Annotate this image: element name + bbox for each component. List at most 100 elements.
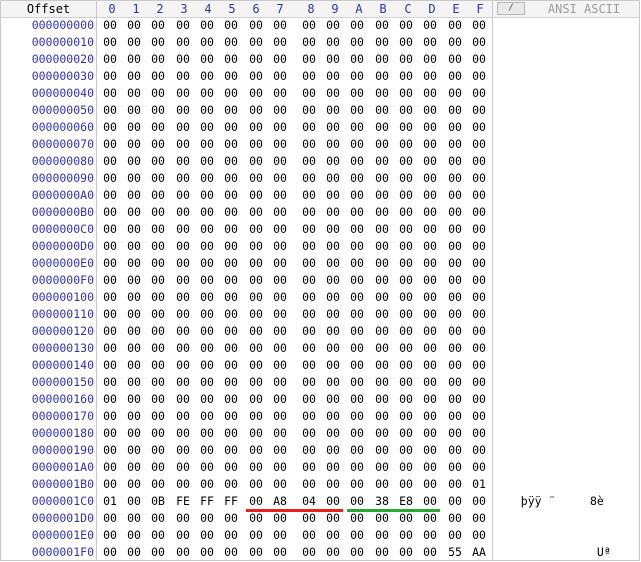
hex-byte-cell[interactable]: 00 (348, 289, 366, 306)
hex-byte-cell[interactable]: 00 (446, 221, 464, 238)
hex-byte-cell[interactable]: 00 (373, 102, 391, 119)
hex-byte-cell[interactable]: 00 (300, 510, 318, 527)
hex-byte-cell[interactable]: 00 (470, 17, 488, 34)
hex-byte-cell[interactable]: 00 (348, 34, 366, 51)
hex-byte-cell[interactable]: 00 (174, 544, 192, 561)
hex-byte-cell[interactable]: 00 (397, 391, 415, 408)
hex-byte-cell[interactable]: 00 (397, 289, 415, 306)
hex-byte-cell[interactable]: 00 (247, 187, 265, 204)
hex-byte-cell[interactable]: 00 (149, 187, 167, 204)
hex-byte-cell[interactable]: 01 (470, 476, 488, 493)
hex-byte-cell[interactable]: 00 (101, 136, 119, 153)
hex-byte-cell[interactable]: 00 (174, 425, 192, 442)
hex-byte-cell[interactable]: 00 (324, 374, 342, 391)
hex-byte-cell[interactable]: 00 (125, 221, 143, 238)
hex-byte-cell[interactable]: 00 (470, 119, 488, 136)
hex-byte-cell[interactable]: 00 (271, 306, 289, 323)
hex-byte-cell[interactable]: 00 (446, 85, 464, 102)
hex-byte-cell[interactable]: 00 (174, 51, 192, 68)
hex-byte-cell[interactable]: 00 (198, 255, 216, 272)
hex-byte-cell[interactable]: 00 (446, 391, 464, 408)
hex-byte-cell[interactable]: 00 (300, 544, 318, 561)
hex-byte-cell[interactable]: 00 (125, 374, 143, 391)
hex-byte-cell[interactable]: 00 (470, 323, 488, 340)
hex-byte-cell[interactable]: 00 (373, 289, 391, 306)
hex-byte-cell[interactable]: 00 (149, 221, 167, 238)
hex-byte-cell[interactable]: 00 (324, 204, 342, 221)
hex-byte-cell[interactable]: 00 (222, 357, 240, 374)
hex-byte-cell[interactable]: 00 (324, 34, 342, 51)
hex-byte-cell[interactable]: 00 (324, 68, 342, 85)
hex-byte-cell[interactable]: 00 (247, 306, 265, 323)
hex-byte-cell[interactable]: 00 (421, 510, 439, 527)
hex-byte-cell[interactable]: 00 (397, 153, 415, 170)
ascii-cell[interactable] (500, 408, 635, 425)
hex-byte-cell[interactable]: 00 (101, 289, 119, 306)
hex-byte-cell[interactable]: 00 (470, 272, 488, 289)
hex-byte-cell[interactable]: 00 (271, 272, 289, 289)
hex-byte-cell[interactable]: 00 (470, 68, 488, 85)
hex-byte-cell[interactable]: 00 (421, 493, 439, 510)
hex-byte-cell[interactable]: 00 (149, 153, 167, 170)
hex-byte-cell[interactable]: 00 (222, 323, 240, 340)
hex-byte-cell[interactable]: 00 (198, 442, 216, 459)
hex-byte-cell[interactable]: 00 (373, 323, 391, 340)
hex-byte-cell[interactable]: 00 (397, 170, 415, 187)
hex-byte-cell[interactable]: 00 (421, 34, 439, 51)
hex-byte-cell[interactable]: 00 (324, 391, 342, 408)
hex-byte-cell[interactable]: 00 (324, 153, 342, 170)
hex-byte-cell[interactable]: 00 (421, 425, 439, 442)
hex-byte-cell[interactable]: 00 (300, 374, 318, 391)
hex-byte-cell[interactable]: 00 (198, 119, 216, 136)
hex-byte-cell[interactable]: 00 (271, 34, 289, 51)
hex-byte-cell[interactable]: 00 (222, 153, 240, 170)
hex-byte-cell[interactable]: 00 (348, 187, 366, 204)
hex-byte-cell[interactable]: 00 (300, 255, 318, 272)
hex-byte-cell[interactable]: 00 (324, 102, 342, 119)
hex-byte-cell[interactable]: 00 (348, 17, 366, 34)
hex-byte-cell[interactable]: 00 (149, 68, 167, 85)
hex-byte-cell[interactable]: 00 (397, 17, 415, 34)
hex-byte-cell[interactable]: 00 (149, 119, 167, 136)
hex-byte-cell[interactable]: 00 (247, 85, 265, 102)
hex-byte-cell[interactable]: 00 (446, 17, 464, 34)
hex-byte-cell[interactable]: 00 (101, 221, 119, 238)
hex-byte-cell[interactable]: 00 (373, 153, 391, 170)
hex-byte-cell[interactable]: 00 (300, 289, 318, 306)
hex-byte-cell[interactable]: 00 (446, 459, 464, 476)
hex-byte-cell[interactable]: 00 (300, 425, 318, 442)
hex-byte-cell[interactable]: 00 (101, 238, 119, 255)
hex-byte-cell[interactable]: 00 (247, 527, 265, 544)
hex-byte-cell[interactable]: 00 (470, 289, 488, 306)
hex-byte-cell[interactable]: 00 (125, 272, 143, 289)
hex-byte-cell[interactable]: 00 (373, 272, 391, 289)
hex-byte-cell[interactable]: 00 (174, 357, 192, 374)
hex-byte-cell[interactable]: 00 (101, 170, 119, 187)
hex-byte-cell[interactable]: 00 (125, 323, 143, 340)
hex-byte-cell[interactable]: 00 (446, 306, 464, 323)
hex-byte-cell[interactable]: 0B (149, 493, 167, 510)
ascii-cell[interactable] (500, 476, 635, 493)
hex-byte-cell[interactable]: 00 (174, 476, 192, 493)
hex-byte-cell[interactable]: 00 (397, 357, 415, 374)
hex-byte-cell[interactable]: 00 (300, 170, 318, 187)
hex-byte-cell[interactable]: 00 (101, 357, 119, 374)
hex-byte-cell[interactable]: 00 (446, 289, 464, 306)
hex-byte-cell[interactable]: 00 (421, 272, 439, 289)
hex-byte-cell[interactable]: 00 (174, 170, 192, 187)
hex-byte-cell[interactable]: 00 (324, 425, 342, 442)
hex-byte-cell[interactable]: 00 (421, 17, 439, 34)
hex-byte-cell[interactable]: 00 (300, 306, 318, 323)
hex-byte-cell[interactable]: 00 (421, 527, 439, 544)
hex-byte-cell[interactable]: 00 (198, 459, 216, 476)
hex-byte-cell[interactable]: 00 (446, 68, 464, 85)
hex-byte-cell[interactable]: 00 (397, 442, 415, 459)
hex-byte-cell[interactable]: 00 (348, 102, 366, 119)
hex-byte-cell[interactable]: 00 (198, 187, 216, 204)
hex-byte-cell[interactable]: 00 (421, 68, 439, 85)
hex-byte-cell[interactable]: 00 (198, 425, 216, 442)
hex-byte-cell[interactable]: 00 (247, 408, 265, 425)
ascii-cell[interactable] (500, 85, 635, 102)
hex-byte-cell[interactable]: 00 (348, 374, 366, 391)
hex-byte-cell[interactable]: 00 (174, 306, 192, 323)
